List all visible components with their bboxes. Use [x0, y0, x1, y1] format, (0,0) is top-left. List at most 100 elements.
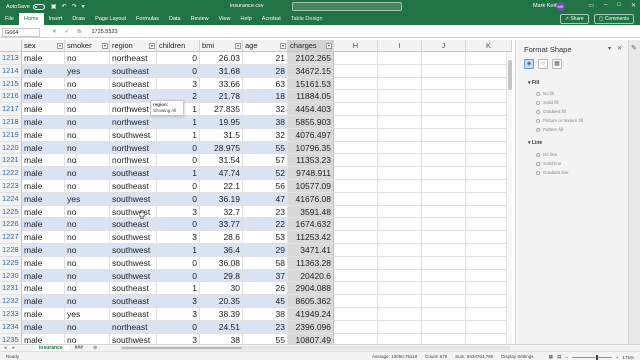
- cell-bmi[interactable]: 31.5: [200, 128, 243, 142]
- column-header-smoker[interactable]: smoker ▾: [65, 40, 110, 52]
- cell-children[interactable]: 0: [157, 269, 200, 283]
- empty-cell[interactable]: [378, 218, 422, 232]
- filter-dropdown-icon[interactable]: ▾: [102, 43, 108, 49]
- size-properties-icon[interactable]: ▦: [552, 59, 562, 69]
- cell-age[interactable]: 53: [243, 231, 288, 244]
- row-number[interactable]: 1230: [0, 269, 22, 283]
- empty-cell[interactable]: [378, 103, 422, 116]
- column-letter-i[interactable]: I: [378, 40, 422, 52]
- tab-data[interactable]: Data: [164, 13, 186, 25]
- empty-cell[interactable]: [378, 116, 422, 129]
- cell-charges[interactable]: 4454.403: [288, 103, 334, 116]
- empty-cell[interactable]: [378, 154, 422, 168]
- cell-charges[interactable]: 34672.15: [288, 64, 334, 78]
- row-number[interactable]: 1226: [0, 218, 22, 232]
- cell-region[interactable]: southwest: [110, 256, 157, 270]
- cell-smoker[interactable]: yes: [65, 192, 110, 206]
- cell-bmi[interactable]: 31.54: [200, 154, 243, 168]
- empty-cell[interactable]: [378, 141, 422, 155]
- cell-smoker[interactable]: yes: [65, 308, 110, 321]
- cell-smoker[interactable]: no: [65, 231, 110, 244]
- cell-charges[interactable]: 15161.53: [288, 77, 334, 91]
- cell-children[interactable]: 1: [157, 128, 200, 142]
- empty-cell[interactable]: [334, 320, 378, 334]
- cell-age[interactable]: 55: [243, 141, 288, 155]
- cell-region[interactable]: southeast: [110, 308, 157, 321]
- column-header-charges[interactable]: charges ▾: [288, 40, 334, 52]
- empty-cell[interactable]: [334, 218, 378, 232]
- cell-region[interactable]: southwest: [110, 333, 157, 344]
- worksheet-grid[interactable]: sex ▾ smoker ▾ region ▾ children bmi ▾ a…: [0, 40, 512, 344]
- row-number[interactable]: 1221: [0, 154, 22, 168]
- cell-sex[interactable]: male: [22, 64, 65, 78]
- cell-charges[interactable]: 10807.49: [288, 333, 334, 344]
- filter-dropdown-icon[interactable]: ▾: [280, 43, 286, 49]
- row-number[interactable]: 1227: [0, 231, 22, 244]
- cell-region[interactable]: southwest: [110, 128, 157, 142]
- row-number[interactable]: 1219: [0, 128, 22, 142]
- option-no-line[interactable]: No line: [536, 152, 557, 157]
- empty-cell[interactable]: [422, 205, 466, 219]
- cell-sex[interactable]: male: [22, 218, 65, 232]
- cell-sex[interactable]: male: [22, 52, 65, 65]
- cell-charges[interactable]: 8605.362: [288, 295, 334, 308]
- cell-age[interactable]: 37: [243, 269, 288, 283]
- filter-dropdown-icon[interactable]: ▾: [326, 43, 332, 49]
- filter-dropdown-icon[interactable]: ▾: [149, 43, 155, 49]
- minimize-icon[interactable]: –: [604, 2, 607, 9]
- cell-charges[interactable]: 11253.42: [288, 231, 334, 244]
- empty-cell[interactable]: [422, 103, 466, 116]
- cell-age[interactable]: 26: [243, 282, 288, 296]
- ribbon-display-icon[interactable]: ▭: [588, 2, 594, 9]
- option-gradient-line[interactable]: Gradient line: [536, 170, 569, 175]
- cell-age[interactable]: 21: [243, 52, 288, 65]
- avatar[interactable]: MK: [556, 2, 565, 11]
- cell-age[interactable]: 56: [243, 180, 288, 193]
- empty-cell[interactable]: [334, 333, 378, 344]
- select-all-corner[interactable]: [0, 40, 22, 52]
- cell-age[interactable]: 23: [243, 205, 288, 219]
- cell-smoker[interactable]: no: [65, 180, 110, 193]
- zoom-in-icon[interactable]: +: [616, 355, 619, 360]
- cell-children[interactable]: 0: [157, 320, 200, 334]
- cell-children[interactable]: 3: [157, 308, 200, 321]
- empty-cell[interactable]: [378, 167, 422, 180]
- empty-cell[interactable]: [334, 205, 378, 219]
- radio-icon[interactable]: [536, 127, 540, 132]
- cell-bmi[interactable]: 22.1: [200, 180, 243, 193]
- cell-smoker[interactable]: no: [65, 282, 110, 296]
- empty-cell[interactable]: [422, 52, 466, 65]
- cell-charges[interactable]: 2904.088: [288, 282, 334, 296]
- cell-age[interactable]: 18: [243, 90, 288, 104]
- cell-smoker[interactable]: no: [65, 167, 110, 180]
- empty-cell[interactable]: [378, 77, 422, 91]
- status-average[interactable]: Average: 13050.75118: [372, 354, 417, 359]
- row-number[interactable]: 1235: [0, 333, 22, 344]
- cell-region[interactable]: southwest: [110, 192, 157, 206]
- cell-children[interactable]: 0: [157, 192, 200, 206]
- cell-smoker[interactable]: no: [65, 128, 110, 142]
- zoom-slider[interactable]: [571, 354, 612, 360]
- fill-line-icon[interactable]: ◈: [524, 59, 534, 69]
- empty-cell[interactable]: [422, 154, 466, 168]
- empty-cell[interactable]: [422, 77, 466, 91]
- cell-age[interactable]: 38: [243, 116, 288, 129]
- empty-cell[interactable]: [422, 244, 466, 257]
- redo-icon[interactable]: ↷: [72, 3, 77, 10]
- empty-cell[interactable]: [378, 192, 422, 206]
- cell-sex[interactable]: male: [22, 128, 65, 142]
- pane-close-icon[interactable]: ✕: [617, 45, 622, 52]
- cell-sex[interactable]: male: [22, 231, 65, 244]
- cell-smoker[interactable]: no: [65, 77, 110, 91]
- horizontal-scrollbar[interactable]: [120, 346, 510, 350]
- cell-charges[interactable]: 11353.23: [288, 154, 334, 168]
- empty-cell[interactable]: [422, 116, 466, 129]
- cell-region[interactable]: northeast: [110, 52, 157, 65]
- filter-dropdown-icon[interactable]: ▾: [57, 43, 63, 49]
- empty-cell[interactable]: [422, 218, 466, 232]
- column-letter-j[interactable]: J: [422, 40, 466, 52]
- zoom-level[interactable]: 175%: [622, 355, 634, 360]
- cell-children[interactable]: 0: [157, 141, 200, 155]
- cell-smoker[interactable]: no: [65, 244, 110, 257]
- cell-sex[interactable]: male: [22, 116, 65, 129]
